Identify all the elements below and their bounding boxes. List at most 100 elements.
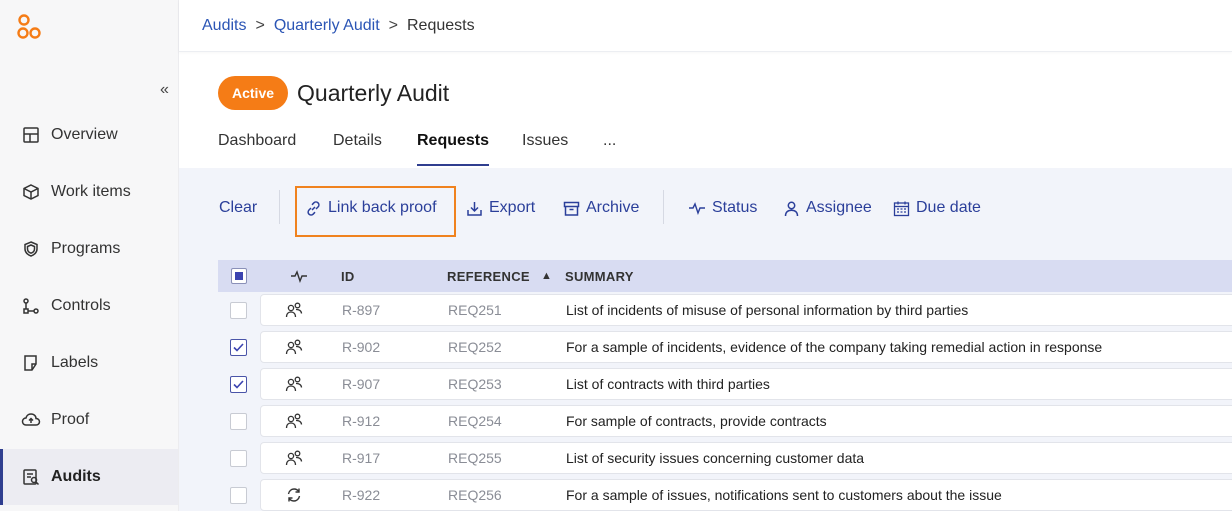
reference-column-header[interactable]: REFERENCE xyxy=(447,260,530,292)
row-id: R-917 xyxy=(342,450,381,466)
sidebar-item-audits[interactable]: Audits xyxy=(0,449,178,505)
link-back-proof-button[interactable]: Link back proof xyxy=(305,196,437,220)
row-card[interactable]: R-912 REQ254 For sample of contracts, pr… xyxy=(260,405,1232,437)
row-id: R-912 xyxy=(342,413,381,429)
assignee-icon[interactable] xyxy=(285,369,303,399)
tab-issues[interactable]: Issues xyxy=(522,132,568,166)
row-reference: REQ254 xyxy=(448,413,502,429)
cloud-upload-icon xyxy=(21,410,41,430)
assignee-icon[interactable] xyxy=(285,406,303,436)
status-badge: Active xyxy=(218,76,289,110)
assignee-icon[interactable] xyxy=(285,443,303,473)
assignee-filter-label: Assignee xyxy=(806,199,872,216)
due-date-filter-button[interactable]: Due date xyxy=(893,196,981,220)
row-summary: List of contracts with third parties xyxy=(566,376,770,392)
row-id: R-907 xyxy=(342,376,381,392)
sidebar-item-label: Overview xyxy=(51,126,118,143)
row-card[interactable]: R-922 REQ256 For a sample of issues, not… xyxy=(260,479,1232,511)
tab-dashboard[interactable]: Dashboard xyxy=(218,132,296,166)
breadcrumb: Audits > Quarterly Audit > Requests xyxy=(179,0,1232,52)
row-card[interactable]: R-897 REQ251 List of incidents of misuse… xyxy=(260,294,1232,326)
table-row[interactable]: R-922 REQ256 For a sample of issues, not… xyxy=(218,477,1232,511)
row-summary: List of security issues concerning custo… xyxy=(566,450,865,466)
sidebar-item-proof[interactable]: Proof xyxy=(0,392,178,448)
clear-button[interactable]: Clear xyxy=(219,196,257,220)
sidebar-item-work-items[interactable]: Work items xyxy=(0,164,178,220)
sidebar: « Overview Work items Programs Controls … xyxy=(0,0,179,511)
tab-requests[interactable]: Requests xyxy=(417,132,490,166)
toolbar: Clear Link back proof Export Archive Sta… xyxy=(179,168,1232,244)
breadcrumb-audits-link[interactable]: Audits xyxy=(202,17,246,35)
assignee-filter-button[interactable]: Assignee xyxy=(783,196,872,220)
row-id: R-897 xyxy=(342,302,381,318)
breadcrumb-current: Requests xyxy=(406,16,475,34)
table-row[interactable]: R-897 REQ251 List of incidents of misuse… xyxy=(218,292,1232,329)
table-row[interactable]: R-902 REQ252 For a sample of incidents, … xyxy=(218,329,1232,366)
box-icon xyxy=(21,182,41,202)
status-filter-button[interactable]: Status xyxy=(688,196,757,220)
pulse-icon xyxy=(689,202,705,215)
row-checkbox[interactable] xyxy=(230,302,247,319)
app-logo[interactable] xyxy=(16,13,46,41)
sidebar-item-label: Programs xyxy=(51,240,121,257)
export-button[interactable]: Export xyxy=(466,196,535,220)
audit-icon xyxy=(21,467,41,487)
toolbar-divider xyxy=(663,190,664,224)
clear-label: Clear xyxy=(219,199,258,216)
table-row[interactable]: R-907 REQ253 List of contracts with thir… xyxy=(218,366,1232,403)
row-card[interactable]: R-917 REQ255 List of security issues con… xyxy=(260,442,1232,474)
sidebar-item-programs[interactable]: Programs xyxy=(0,221,178,277)
sidebar-item-label: Proof xyxy=(51,411,90,428)
select-all-checkbox[interactable] xyxy=(231,268,247,284)
link-back-proof-label: Link back proof xyxy=(328,199,437,216)
sidebar-item-label: Controls xyxy=(51,297,111,314)
status-column-header[interactable] xyxy=(290,260,308,292)
row-summary: For a sample of issues, notifications se… xyxy=(566,487,1002,503)
summary-column-header[interactable]: SUMMARY xyxy=(565,260,634,292)
archive-icon xyxy=(563,201,580,216)
id-column-header[interactable]: ID xyxy=(341,260,355,292)
page-title: Quarterly Audit xyxy=(297,79,450,106)
sort-ascending-icon[interactable]: ▲ xyxy=(541,260,552,292)
row-reference: REQ255 xyxy=(448,450,502,466)
due-date-filter-label: Due date xyxy=(916,199,981,216)
person-icon xyxy=(784,201,799,216)
refresh-icon[interactable] xyxy=(285,480,303,510)
overview-icon xyxy=(21,125,41,145)
row-reference: REQ253 xyxy=(448,376,502,392)
label-icon xyxy=(21,353,41,373)
collapse-sidebar-button[interactable]: « xyxy=(160,80,169,100)
pulse-icon xyxy=(291,270,307,283)
table-row[interactable]: R-912 REQ254 For sample of contracts, pr… xyxy=(218,403,1232,440)
breadcrumb-separator: > xyxy=(255,16,265,34)
status-filter-label: Status xyxy=(712,199,758,216)
assignee-icon[interactable] xyxy=(285,295,303,325)
row-summary: For a sample of incidents, evidence of t… xyxy=(566,339,1103,355)
row-checkbox[interactable] xyxy=(230,376,247,393)
sidebar-item-overview[interactable]: Overview xyxy=(0,107,178,163)
export-label: Export xyxy=(489,199,536,216)
row-card[interactable]: R-902 REQ252 For a sample of incidents, … xyxy=(260,331,1232,363)
archive-button[interactable]: Archive xyxy=(563,196,639,220)
row-id: R-902 xyxy=(342,339,381,355)
tab-bar: Dashboard Details Requests Issues ... xyxy=(179,124,1232,168)
sidebar-item-label: Audits xyxy=(51,468,101,485)
sidebar-item-controls[interactable]: Controls xyxy=(0,278,178,334)
sidebar-item-label: Work items xyxy=(51,183,131,200)
row-reference: REQ252 xyxy=(448,339,502,355)
row-checkbox[interactable] xyxy=(230,487,247,504)
checkmark-icon xyxy=(233,380,244,389)
assignee-icon[interactable] xyxy=(285,332,303,362)
row-card[interactable]: R-907 REQ253 List of contracts with thir… xyxy=(260,368,1232,400)
row-reference: REQ251 xyxy=(448,302,502,318)
tab-more[interactable]: ... xyxy=(603,132,616,166)
row-checkbox[interactable] xyxy=(230,450,247,467)
table-row[interactable]: R-917 REQ255 List of security issues con… xyxy=(218,440,1232,477)
tab-details[interactable]: Details xyxy=(333,132,382,166)
row-summary: List of incidents of misuse of personal … xyxy=(566,302,969,318)
shield-icon xyxy=(21,239,41,259)
row-checkbox[interactable] xyxy=(230,413,247,430)
breadcrumb-quarterly-audit-link[interactable]: Quarterly Audit xyxy=(274,17,380,35)
sidebar-item-labels[interactable]: Labels xyxy=(0,335,178,391)
row-checkbox[interactable] xyxy=(230,339,247,356)
